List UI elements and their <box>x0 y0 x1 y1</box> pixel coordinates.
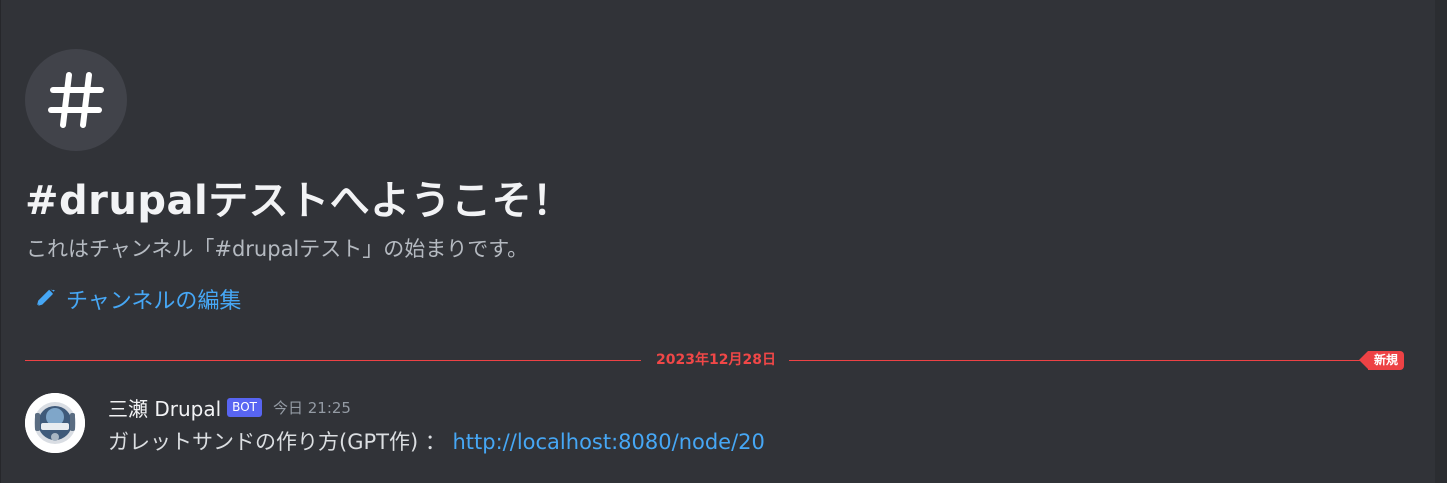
hash-icon <box>48 72 104 128</box>
divider-date: 2023年12月28日 <box>656 352 776 368</box>
bot-tag: BOT <box>227 398 262 417</box>
new-messages-divider-left <box>25 360 641 361</box>
message-text: ガレットサンドの作り方(GPT作) ： <box>108 430 453 454</box>
bot-avatar <box>25 393 85 453</box>
panel-border <box>0 0 1 483</box>
welcome-title: #drupalテストへようこそ！ <box>25 178 573 224</box>
message-author[interactable]: 三瀬 Drupal <box>108 393 221 422</box>
message-header: 三瀬 Drupal BOT 今日 21:25 <box>108 393 351 422</box>
new-messages-badge: 新規 <box>1358 351 1405 370</box>
scrollbar[interactable] <box>1435 0 1447 483</box>
welcome-description: これはチャンネル「#drupalテスト」の始まりです。 <box>26 237 529 261</box>
edit-channel-label: チャンネルの編集 <box>66 289 242 314</box>
message-timestamp[interactable]: 今日 21:25 <box>273 397 351 418</box>
new-messages-divider-right <box>789 360 1369 361</box>
edit-channel-button[interactable]: チャンネルの編集 <box>34 283 241 315</box>
channel-hash-icon <box>25 49 127 151</box>
message-link[interactable]: http://localhost:8080/node/20 <box>453 430 765 454</box>
author-avatar[interactable] <box>25 393 85 453</box>
chat-view: #drupalテストへようこそ！ これはチャンネル「#drupalテスト」の始ま… <box>0 0 1447 483</box>
pencil-icon <box>35 288 55 307</box>
message-content: ガレットサンドの作り方(GPT作) ： http://localhost:808… <box>108 426 765 456</box>
